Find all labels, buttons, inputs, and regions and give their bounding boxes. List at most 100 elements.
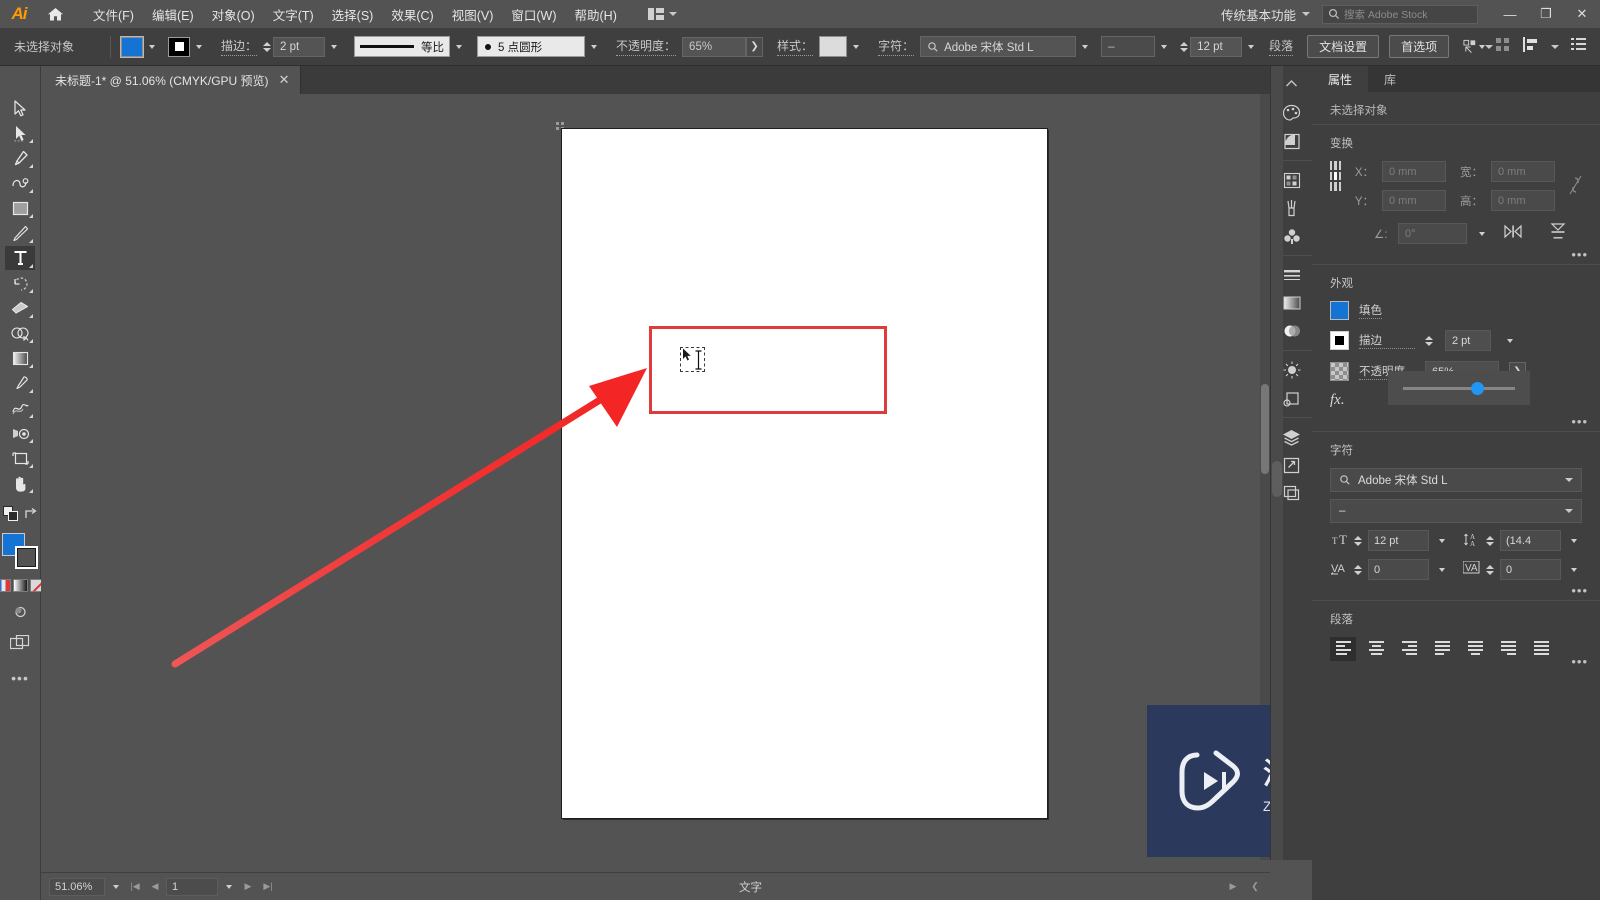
graphic-style-swatch[interactable] bbox=[819, 36, 848, 57]
artboard-number-input[interactable]: 1 bbox=[166, 877, 218, 896]
direct-selection-tool[interactable] bbox=[5, 121, 35, 145]
panel-font-size-chevron-down-icon[interactable] bbox=[1433, 531, 1450, 551]
font-size-stepper-panel[interactable] bbox=[1354, 535, 1362, 546]
menu-type[interactable]: 文字(T) bbox=[264, 1, 323, 28]
panel-tracking-input[interactable]: 0 bbox=[1500, 559, 1561, 580]
paragraph-more-options[interactable]: ••• bbox=[1571, 654, 1588, 669]
grid-icon[interactable] bbox=[1495, 37, 1510, 57]
appearance-stroke-weight-input[interactable]: 2 pt bbox=[1445, 330, 1491, 351]
artboard-chevron-down-icon[interactable] bbox=[220, 877, 237, 897]
color-mode-gradient-icon[interactable] bbox=[12, 579, 28, 592]
align-chevron-down-icon[interactable] bbox=[1551, 44, 1559, 49]
justify-all-button[interactable] bbox=[1528, 637, 1554, 661]
close-icon[interactable]: ✕ bbox=[279, 72, 290, 88]
brush-definition-dropdown[interactable]: 5 点圆形 bbox=[477, 36, 586, 57]
canvas-area[interactable] bbox=[41, 94, 1270, 860]
angle-chevron-down-icon[interactable] bbox=[1475, 224, 1488, 244]
tracking-stepper[interactable] bbox=[1486, 564, 1494, 575]
preferences-button[interactable]: 首选项 bbox=[1389, 35, 1450, 58]
align-right-button[interactable] bbox=[1396, 637, 1422, 661]
menu-object[interactable]: 对象(O) bbox=[203, 1, 264, 28]
opacity-input[interactable]: 65% bbox=[682, 36, 747, 57]
stroke-weight-input[interactable]: 2 pt bbox=[273, 36, 326, 57]
blend-tool[interactable] bbox=[5, 396, 35, 420]
eyedropper-tool[interactable] bbox=[5, 371, 35, 395]
flip-horizontal-icon[interactable] bbox=[1504, 224, 1522, 244]
kerning-stepper[interactable] bbox=[1354, 564, 1362, 575]
first-artboard-button[interactable]: |◀ bbox=[126, 878, 144, 896]
arrange-documents-button[interactable] bbox=[644, 5, 681, 23]
symbol-sprayer-tool[interactable] bbox=[5, 421, 35, 445]
align-center-button[interactable] bbox=[1363, 637, 1389, 661]
panel-leading-input[interactable]: (14.4 bbox=[1500, 530, 1561, 551]
y-input[interactable]: 0 mm bbox=[1382, 190, 1446, 211]
fill-color-swatch[interactable] bbox=[120, 35, 145, 58]
brush-chevron-down-icon[interactable] bbox=[585, 37, 602, 57]
menu-edit[interactable]: 编辑(E) bbox=[143, 1, 203, 28]
select-similar-chevron-down-icon[interactable] bbox=[1485, 44, 1494, 49]
color-mode-color-icon[interactable] bbox=[0, 579, 11, 592]
reference-point-selector[interactable] bbox=[1330, 161, 1341, 191]
opacity-slider-popup[interactable] bbox=[1388, 371, 1530, 405]
menu-help[interactable]: 帮助(H) bbox=[566, 1, 626, 28]
fill-chevron-down-icon[interactable] bbox=[143, 37, 160, 57]
hand-tool[interactable] bbox=[5, 471, 35, 495]
appearance-stroke-chevron-down-icon[interactable] bbox=[1501, 331, 1518, 351]
rectangle-tool[interactable] bbox=[5, 196, 35, 220]
search-adobe-stock-input[interactable]: 搜索 Adobe Stock bbox=[1322, 4, 1478, 24]
curvature-tool[interactable] bbox=[5, 171, 35, 195]
zoom-chevron-down-icon[interactable] bbox=[107, 877, 124, 897]
screen-mode-icon[interactable] bbox=[9, 634, 30, 656]
panel-font-style-input[interactable]: – bbox=[1330, 499, 1582, 523]
window-minimize-button[interactable]: — bbox=[1492, 0, 1528, 28]
angle-input[interactable]: 0° bbox=[1398, 223, 1468, 244]
flip-vertical-icon[interactable] bbox=[1550, 223, 1566, 244]
gradient-tool[interactable] bbox=[5, 346, 35, 370]
justify-last-center-button[interactable] bbox=[1462, 637, 1488, 661]
stroke-weight-chevron-down-icon[interactable] bbox=[325, 37, 342, 57]
last-artboard-button[interactable]: ▶| bbox=[259, 878, 277, 896]
stroke-profile-dropdown[interactable]: 等比 bbox=[354, 36, 451, 57]
opacity-expand-button[interactable]: ❯ bbox=[746, 36, 764, 57]
panel-font-size-input[interactable]: 12 pt bbox=[1368, 530, 1429, 551]
align-left-button[interactable] bbox=[1330, 637, 1356, 661]
rotate-tool[interactable] bbox=[5, 271, 35, 295]
character-more-options[interactable]: ••• bbox=[1571, 583, 1588, 598]
font-size-input[interactable]: 12 pt bbox=[1190, 36, 1243, 57]
tab-properties[interactable]: 属性 bbox=[1312, 66, 1369, 92]
paintbrush-tool[interactable] bbox=[5, 221, 35, 245]
graphic-style-chevron-down-icon[interactable] bbox=[847, 37, 864, 57]
drawing-mode-icon[interactable] bbox=[12, 604, 29, 625]
home-icon[interactable] bbox=[38, 0, 72, 28]
selection-tool[interactable] bbox=[5, 96, 35, 120]
window-close-button[interactable]: ✕ bbox=[1564, 0, 1600, 28]
toolbar-stroke-swatch[interactable] bbox=[15, 546, 38, 569]
font-family-chevron-down-icon[interactable] bbox=[1076, 37, 1093, 57]
status-expand-button[interactable]: ▶ bbox=[1224, 878, 1242, 896]
document-tab[interactable]: 未标题-1* @ 51.06% (CMYK/GPU 预览) ✕ bbox=[42, 66, 302, 94]
next-artboard-button[interactable]: ▶ bbox=[239, 878, 257, 896]
panel-kerning-input[interactable]: 0 bbox=[1368, 559, 1429, 580]
eraser-tool[interactable] bbox=[5, 296, 35, 320]
font-size-chevron-down-icon[interactable] bbox=[1242, 37, 1259, 57]
constrain-proportions-icon[interactable] bbox=[1569, 175, 1582, 200]
shape-builder-tool[interactable] bbox=[5, 321, 35, 345]
panel-font-style-chevron-down-icon[interactable] bbox=[1565, 509, 1573, 513]
effects-fx-icon[interactable]: fx. bbox=[1330, 392, 1345, 409]
align-objects-icon[interactable] bbox=[1522, 36, 1539, 57]
stroke-profile-chevron-down-icon[interactable] bbox=[450, 37, 467, 57]
artboard[interactable] bbox=[562, 129, 1048, 819]
panel-resize-handle[interactable] bbox=[1271, 66, 1283, 860]
opacity-label[interactable]: 不透明度： bbox=[616, 37, 677, 56]
panel-kerning-chevron-down-icon[interactable] bbox=[1433, 560, 1450, 580]
justify-last-right-button[interactable] bbox=[1495, 637, 1521, 661]
swap-fill-stroke-icon[interactable] bbox=[23, 507, 37, 526]
menu-view[interactable]: 视图(V) bbox=[443, 1, 503, 28]
tab-libraries[interactable]: 库 bbox=[1368, 66, 1412, 92]
edit-toolbar-icon[interactable]: ••• bbox=[11, 670, 29, 686]
panel-leading-chevron-down-icon[interactable] bbox=[1565, 531, 1582, 551]
menu-file[interactable]: 文件(F) bbox=[84, 1, 143, 28]
window-restore-button[interactable]: ❐ bbox=[1528, 0, 1564, 28]
width-input[interactable]: 0 mm bbox=[1491, 161, 1555, 182]
appearance-stroke-stepper[interactable] bbox=[1425, 335, 1433, 346]
